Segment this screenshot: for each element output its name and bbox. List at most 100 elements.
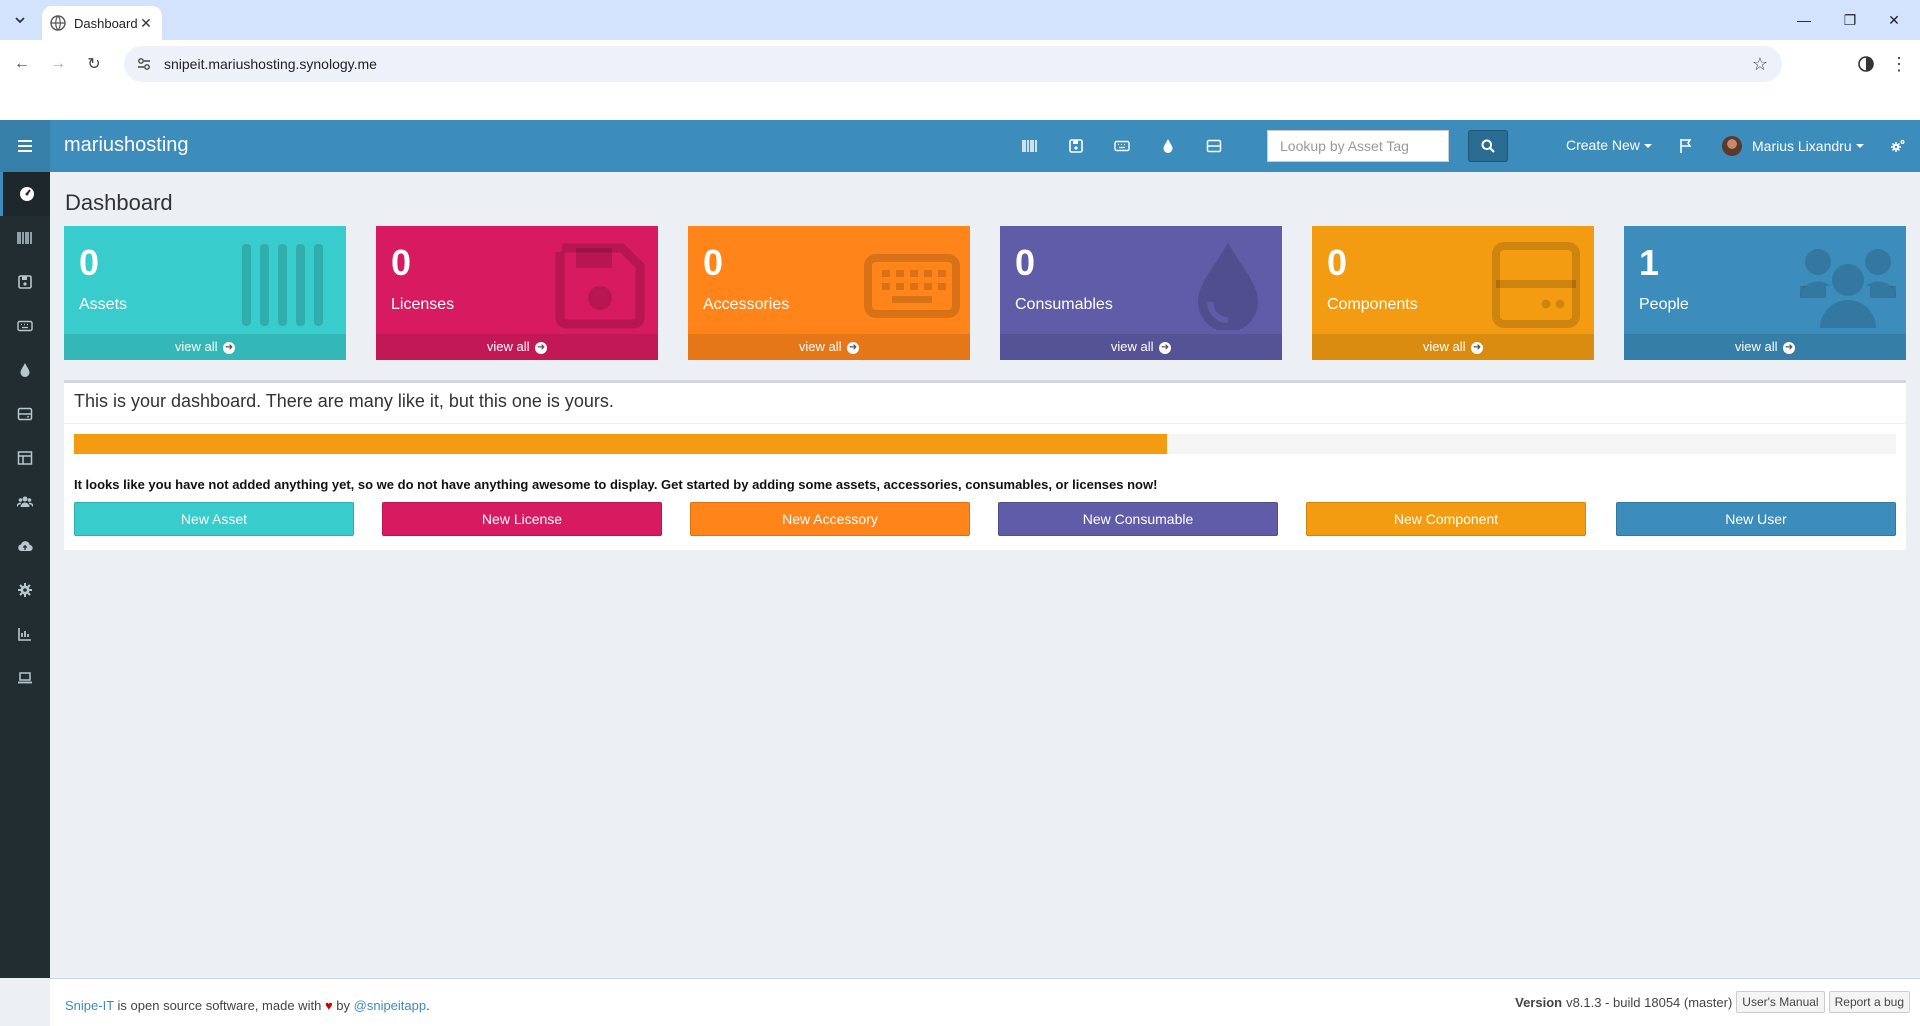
snipeit-link[interactable]: Snipe-IT <box>65 998 114 1013</box>
header-consumables-icon[interactable] <box>1158 136 1178 156</box>
page-title: Dashboard <box>65 190 173 215</box>
avatar <box>1722 136 1742 156</box>
sidebar-item-reports[interactable] <box>0 612 50 656</box>
tile-accessories[interactable]: 0 Accessories view all ➜ <box>688 226 970 360</box>
arrow-circle-right-icon: ➜ <box>1159 341 1172 354</box>
tile-count: 0 <box>1015 242 1036 283</box>
profile-icon[interactable] <box>1856 54 1876 74</box>
tile-consumables[interactable]: 0 Consumables view all ➜ <box>1000 226 1282 360</box>
progress-bar <box>74 434 1896 454</box>
view-all-link[interactable]: view all ➜ <box>376 334 658 360</box>
new-consumable-button[interactable]: New Consumable <box>998 502 1278 536</box>
bookmark-star-icon[interactable]: ☆ <box>1752 54 1768 75</box>
sidebar-item-requestable[interactable] <box>0 656 50 700</box>
header-components-icon[interactable] <box>1204 136 1224 156</box>
site-settings-icon[interactable] <box>136 56 152 72</box>
box-title: This is your dashboard. There are many l… <box>74 391 614 411</box>
sidebar-item-dashboard[interactable] <box>0 172 50 216</box>
view-all-link[interactable]: view all ➜ <box>688 334 970 360</box>
tile-assets[interactable]: 0 Assets view all ➜ <box>64 226 346 360</box>
gear-icon <box>18 583 32 597</box>
view-all-link[interactable]: view all ➜ <box>1000 334 1282 360</box>
caret-down-icon <box>1855 144 1864 148</box>
sidebar-item-people[interactable] <box>0 480 50 524</box>
browser-tab-strip: Dashboard ✕ — ❐ ✕ <box>0 0 1920 40</box>
chevron-down-icon <box>15 17 25 24</box>
alerts-flag-button[interactable] <box>1676 136 1696 156</box>
sidebar-item-import[interactable] <box>0 524 50 568</box>
tile-licenses[interactable]: 0 Licenses view all ➜ <box>376 226 658 360</box>
report-bug-button[interactable]: Report a bug <box>1828 991 1910 1013</box>
new-asset-button[interactable]: New Asset <box>74 502 354 536</box>
admin-settings-button[interactable] <box>1888 136 1908 156</box>
users-icon <box>1800 249 1896 328</box>
tile-count: 0 <box>391 242 412 283</box>
tab-title: Dashboard <box>74 15 138 31</box>
tile-label: Consumables <box>1015 296 1113 313</box>
arrow-circle-right-icon: ➜ <box>847 341 860 354</box>
asset-tag-lookup-input[interactable] <box>1267 130 1449 162</box>
create-new-dropdown[interactable]: Create New <box>1566 137 1652 153</box>
minimize-icon[interactable]: — <box>1790 8 1818 32</box>
window-close-icon[interactable]: ✕ <box>1880 8 1908 32</box>
sidebar-item-consumables[interactable] <box>0 348 50 392</box>
view-all-link[interactable]: view all ➜ <box>1312 334 1594 360</box>
tile-label: Accessories <box>703 296 790 313</box>
barcode-icon <box>1022 140 1037 152</box>
new-accessory-button[interactable]: New Accessory <box>690 502 970 536</box>
browser-tab[interactable]: Dashboard ✕ <box>42 6 162 40</box>
tile-components[interactable]: 0 Components view all ➜ <box>1312 226 1594 360</box>
tab-close-icon[interactable]: ✕ <box>138 15 154 32</box>
droplet-icon <box>1163 139 1173 153</box>
new-license-button[interactable]: New License <box>382 502 662 536</box>
new-component-button[interactable]: New Component <box>1306 502 1586 536</box>
sidebar-item-licenses[interactable] <box>0 260 50 304</box>
tile-people[interactable]: 1 People view all ➜ <box>1624 226 1906 360</box>
laptop-icon <box>18 672 32 684</box>
bar-chart-icon <box>18 628 31 641</box>
footer-by: by <box>336 998 351 1013</box>
keyboard-icon <box>17 320 33 332</box>
address-bar[interactable]: snipeit.mariushosting.synology.me ☆ <box>124 46 1782 82</box>
sidebar-item-settings[interactable] <box>0 568 50 612</box>
header-assets-icon[interactable] <box>1020 136 1040 156</box>
view-all-label: view all <box>1422 339 1466 354</box>
header-accessories-icon[interactable] <box>1112 136 1132 156</box>
tile-count: 0 <box>1327 242 1348 283</box>
tile-count: 0 <box>79 242 100 283</box>
browser-menu-icon[interactable]: ⋮ <box>1890 52 1908 76</box>
view-all-link[interactable]: view all ➜ <box>64 334 346 360</box>
sidebar-item-components[interactable] <box>0 392 50 436</box>
floppy-icon <box>18 275 32 289</box>
reload-icon[interactable]: ↻ <box>82 52 106 76</box>
brand-link[interactable]: mariushosting <box>64 134 189 157</box>
sidebar-item-kits[interactable] <box>0 436 50 480</box>
cloud-upload-icon <box>18 541 33 552</box>
footer-credits: Snipe-IT is open source software, made w… <box>65 998 430 1013</box>
sidebar-toggle-button[interactable] <box>0 120 50 172</box>
forward-icon[interactable]: → <box>46 52 70 76</box>
view-all-link[interactable]: view all ➜ <box>1624 334 1906 360</box>
snipeitapp-link[interactable]: @snipeitapp <box>354 998 426 1013</box>
tile-label: Assets <box>79 296 128 313</box>
header-licenses-icon[interactable] <box>1066 136 1086 156</box>
sidebar-item-assets[interactable] <box>0 216 50 260</box>
view-all-label: view all <box>1734 339 1778 354</box>
new-user-button[interactable]: New User <box>1616 502 1896 536</box>
restore-icon[interactable]: ❐ <box>1836 8 1864 32</box>
lookup-search-button[interactable] <box>1468 130 1508 162</box>
app-footer: Snipe-IT is open source software, made w… <box>50 978 1920 1026</box>
arrow-circle-right-icon: ➜ <box>1471 341 1484 354</box>
users-manual-button[interactable]: User's Manual <box>1736 991 1825 1013</box>
user-name: Marius Lixandru <box>1752 138 1852 154</box>
version-value: v8.1.3 - build 18054 (master) <box>1566 994 1733 1010</box>
search-icon <box>1481 139 1495 153</box>
arrow-circle-right-icon: ➜ <box>223 341 236 354</box>
user-menu-dropdown[interactable]: Marius Lixandru <box>1722 131 1864 161</box>
sidebar-item-accessories[interactable] <box>0 304 50 348</box>
tile-count: 0 <box>703 242 724 283</box>
back-icon[interactable]: ← <box>10 52 34 76</box>
floppy-icon <box>555 243 645 329</box>
tab-search-dropdown[interactable] <box>8 8 32 32</box>
droplet-icon <box>20 363 30 377</box>
